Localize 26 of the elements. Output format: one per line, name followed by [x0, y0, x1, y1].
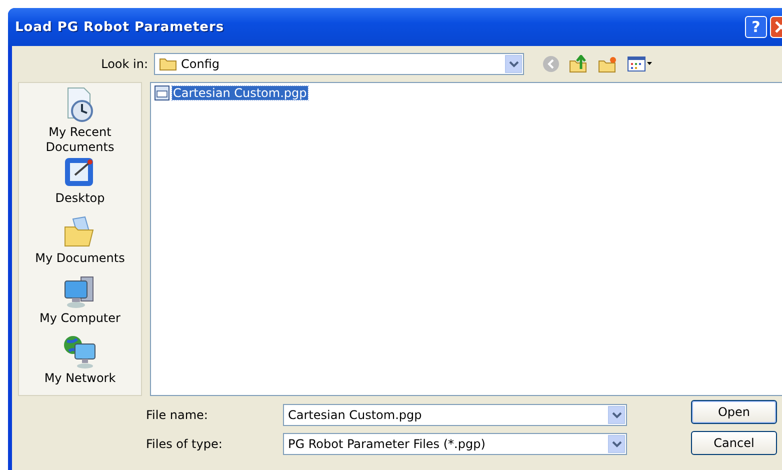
file-name: Cartesian Custom.pgp — [172, 86, 308, 100]
look-in-label: Look in: — [100, 57, 148, 71]
help-button[interactable]: ? — [745, 16, 767, 38]
place-label[interactable]: My Documents — [35, 251, 125, 266]
window-title: Load PG Robot Parameters — [15, 20, 224, 34]
folder-icon — [159, 57, 177, 71]
file-item[interactable]: Cartesian Custom.pgp — [154, 85, 308, 101]
place-label[interactable]: My Network — [44, 371, 116, 386]
open-button[interactable]: Open — [691, 400, 777, 424]
new-folder-icon[interactable] — [598, 55, 618, 73]
file-icon — [154, 85, 170, 101]
view-menu-icon[interactable] — [627, 56, 653, 72]
file-type-label: Files of type: — [146, 437, 224, 451]
look-in-value: Config — [181, 57, 221, 71]
place-label[interactable]: My Recent Documents — [40, 125, 120, 155]
place-label[interactable]: My Computer — [40, 311, 120, 326]
file-name-label: File name: — [146, 408, 209, 422]
file-name-value: Cartesian Custom.pgp — [288, 408, 423, 422]
file-type-dropdown[interactable]: PG Robot Parameter Files (*.pgp) — [283, 433, 627, 455]
place-label[interactable]: Desktop — [55, 191, 105, 206]
up-folder-icon[interactable] — [569, 55, 589, 73]
look-in-dropdown[interactable]: Config — [154, 53, 524, 75]
cancel-button[interactable]: Cancel — [691, 431, 777, 455]
file-name-field[interactable]: Cartesian Custom.pgp — [283, 404, 627, 426]
network-computer-icon[interactable] — [63, 335, 97, 369]
file-type-value: PG Robot Parameter Files (*.pgp) — [288, 437, 486, 451]
